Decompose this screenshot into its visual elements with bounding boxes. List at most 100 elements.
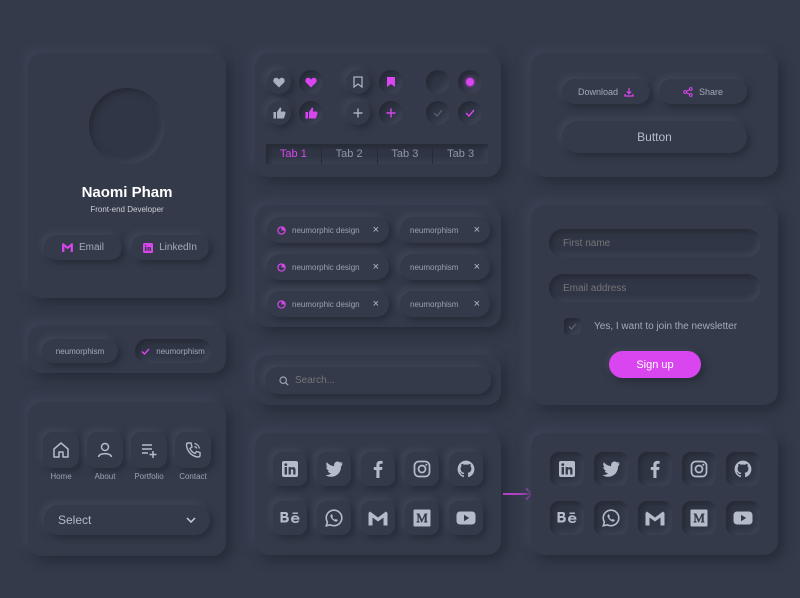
thumbs-up-button[interactable] (267, 101, 291, 125)
check-button-active[interactable] (458, 101, 482, 125)
like-heart-button[interactable] (267, 70, 291, 94)
medium-icon (690, 509, 708, 527)
download-icon (624, 87, 634, 97)
twitter-icon (325, 461, 343, 477)
thumbs-up-icon (305, 107, 318, 119)
toggle-chip-off[interactable]: neumorphism (42, 339, 118, 363)
profile-role: Front-end Developer (90, 205, 164, 214)
close-icon[interactable]: × (474, 298, 480, 310)
download-button[interactable]: Download (562, 79, 650, 104)
tab-1[interactable]: Tab 1 (266, 144, 322, 164)
nav-contact-button[interactable] (175, 432, 211, 468)
share-button[interactable]: Share (659, 79, 747, 104)
tab-3[interactable]: Tab 3 (378, 144, 434, 164)
search-icon (279, 375, 289, 386)
tab-2[interactable]: Tab 2 (322, 144, 378, 164)
behance-social-button[interactable] (273, 501, 307, 535)
radio-off[interactable] (426, 70, 450, 94)
home-icon (51, 440, 71, 460)
share-icon (683, 86, 693, 97)
avatar (89, 88, 165, 164)
nav-portfolio-button[interactable] (131, 432, 167, 468)
first-name-field[interactable] (549, 229, 761, 257)
radio-dot (466, 78, 474, 86)
linkedin-social-button[interactable] (550, 452, 584, 486)
search-field[interactable] (265, 367, 491, 394)
add-button[interactable] (346, 101, 370, 125)
newsletter-checkbox[interactable] (564, 318, 581, 335)
check-icon (141, 348, 150, 355)
check-icon (465, 109, 475, 117)
linkedin-icon (281, 460, 299, 478)
facebook-social-button[interactable] (361, 452, 395, 486)
youtube-icon (456, 511, 476, 525)
bookmark-button[interactable] (346, 70, 370, 94)
nav-home-button[interactable] (43, 432, 79, 468)
thumbs-up-icon (273, 107, 286, 119)
instagram-social-button[interactable] (405, 452, 439, 486)
plus-icon (353, 108, 363, 118)
whatsapp-icon (602, 509, 620, 527)
linkedin-social-button[interactable] (273, 452, 307, 486)
github-social-button[interactable] (726, 452, 760, 486)
select-dropdown[interactable]: Select (44, 505, 210, 535)
instagram-icon (413, 460, 431, 478)
email-button[interactable]: Email (44, 235, 122, 260)
tag-chip[interactable]: neumorphism × (400, 254, 490, 280)
medium-social-button[interactable] (682, 501, 716, 535)
newsletter-label: Yes, I want to join the newsletter (594, 321, 738, 332)
github-icon (457, 460, 475, 478)
tag-chip[interactable]: neumorphic design × (267, 217, 389, 243)
signup-button[interactable]: Sign up (609, 351, 701, 378)
gmail-icon (645, 511, 665, 526)
twitter-social-button[interactable] (594, 452, 628, 486)
nav-contact-label: Contact (179, 472, 207, 481)
whatsapp-social-button[interactable] (317, 501, 351, 535)
behance-social-button[interactable] (550, 501, 584, 535)
behance-icon (557, 511, 577, 525)
like-heart-button-active[interactable] (299, 70, 323, 94)
close-icon[interactable]: × (373, 261, 379, 273)
generic-button[interactable]: Button (562, 121, 747, 153)
facebook-social-button[interactable] (638, 452, 672, 486)
email-address-field[interactable] (549, 274, 761, 302)
youtube-social-button[interactable] (726, 501, 760, 535)
radio-on[interactable] (458, 70, 482, 94)
twitter-icon (602, 461, 620, 477)
close-icon[interactable]: × (474, 261, 480, 273)
thumbs-up-button-active[interactable] (299, 101, 323, 125)
toggle-chip-on[interactable]: neumorphism (135, 339, 211, 363)
gmail-social-button[interactable] (361, 501, 395, 535)
chevron-down-icon (186, 517, 196, 523)
twitter-social-button[interactable] (317, 452, 351, 486)
tab-4[interactable]: Tab 3 (433, 144, 488, 164)
nav-about-button[interactable] (87, 432, 123, 468)
close-icon[interactable]: × (474, 224, 480, 236)
gmail-social-button[interactable] (638, 501, 672, 535)
email-address-input[interactable] (563, 282, 753, 294)
medium-social-button[interactable] (405, 501, 439, 535)
check-button[interactable] (426, 101, 450, 125)
tag-chip[interactable]: neumorphism × (400, 217, 490, 243)
gmail-icon (368, 511, 388, 526)
close-icon[interactable]: × (373, 224, 379, 236)
bookmark-button-active[interactable] (379, 70, 403, 94)
add-button-active[interactable] (379, 101, 403, 125)
user-icon (95, 440, 115, 460)
search-input[interactable] (295, 375, 475, 386)
tag-chip[interactable]: neumorphic design × (267, 291, 389, 317)
whatsapp-icon (325, 509, 343, 527)
bookmark-icon (353, 76, 363, 88)
linkedin-icon (558, 460, 576, 478)
youtube-social-button[interactable] (449, 501, 483, 535)
tag-chip[interactable]: neumorphism × (400, 291, 490, 317)
tag-chip[interactable]: neumorphic design × (267, 254, 389, 280)
first-name-input[interactable] (563, 237, 753, 249)
close-icon[interactable]: × (373, 298, 379, 310)
profile-name: Naomi Pham (81, 184, 173, 201)
instagram-social-button[interactable] (682, 452, 716, 486)
gmail-icon (62, 243, 73, 252)
github-social-button[interactable] (449, 452, 483, 486)
linkedin-button[interactable]: LinkedIn (131, 235, 209, 260)
whatsapp-social-button[interactable] (594, 501, 628, 535)
